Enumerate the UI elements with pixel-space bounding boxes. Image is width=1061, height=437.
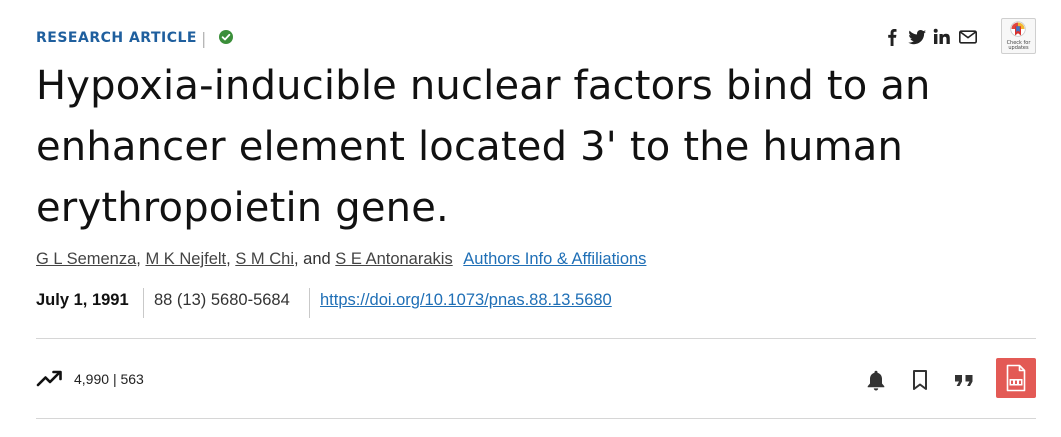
citations-count: 563: [120, 371, 144, 387]
metrics-separator: |: [112, 371, 117, 387]
article-actions: [864, 358, 1036, 400]
publication-date: July 1, 1991: [36, 291, 129, 309]
doi-link[interactable]: https://doi.org/10.1073/pnas.88.13.5680: [320, 291, 612, 310]
divider: [36, 418, 1036, 419]
bell-icon[interactable]: [864, 368, 888, 392]
facebook-icon[interactable]: [882, 27, 902, 47]
author-link[interactable]: S M Chi: [235, 250, 294, 268]
authors-info-affiliations-link[interactable]: Authors Info & Affiliations: [463, 250, 646, 268]
author-list: G L Semenza, M K Nejfelt, S M Chi, and S…: [36, 250, 646, 269]
article-header-bar: RESEARCH ARTICLE | Check for updates: [36, 18, 1036, 57]
pdf-icon: [1006, 364, 1026, 392]
share-toolbar: Check for updates: [876, 18, 1036, 56]
pdf-button[interactable]: [996, 358, 1036, 398]
crossmark-icon: [1010, 21, 1026, 37]
publication-info: July 1, 1991 88 (13) 5680-5684 https://d…: [36, 288, 676, 318]
verified-check-icon: [219, 30, 233, 44]
article-type-label: RESEARCH ARTICLE: [36, 30, 197, 46]
author-link[interactable]: M K Nejfelt: [145, 250, 226, 268]
metrics-text: 4,990 | 563: [74, 371, 144, 387]
twitter-icon[interactable]: [907, 27, 927, 47]
header-separator: |: [201, 29, 207, 48]
article-metrics[interactable]: 4,990 | 563: [36, 368, 196, 392]
pub-divider: [143, 288, 144, 318]
views-count: 4,990: [74, 371, 110, 387]
journal-citation: 88 (13) 5680-5684: [154, 291, 290, 309]
email-icon[interactable]: [958, 27, 978, 47]
author-separator: , and: [294, 250, 336, 268]
check-for-updates-badge[interactable]: Check for updates: [1001, 18, 1036, 54]
author-link[interactable]: S E Antonarakis: [335, 250, 452, 268]
bookmark-icon[interactable]: [908, 368, 932, 392]
author-separator: ,: [226, 250, 236, 268]
divider: [36, 338, 1036, 339]
article-title: Hypoxia-inducible nuclear factors bind t…: [36, 63, 931, 231]
author-link[interactable]: G L Semenza: [36, 250, 136, 268]
check-for-updates-text: Check for updates: [1006, 40, 1031, 51]
quote-icon[interactable]: [952, 368, 976, 392]
linkedin-icon[interactable]: [932, 27, 952, 47]
pub-divider: [309, 288, 310, 318]
trending-up-icon: [36, 370, 62, 387]
